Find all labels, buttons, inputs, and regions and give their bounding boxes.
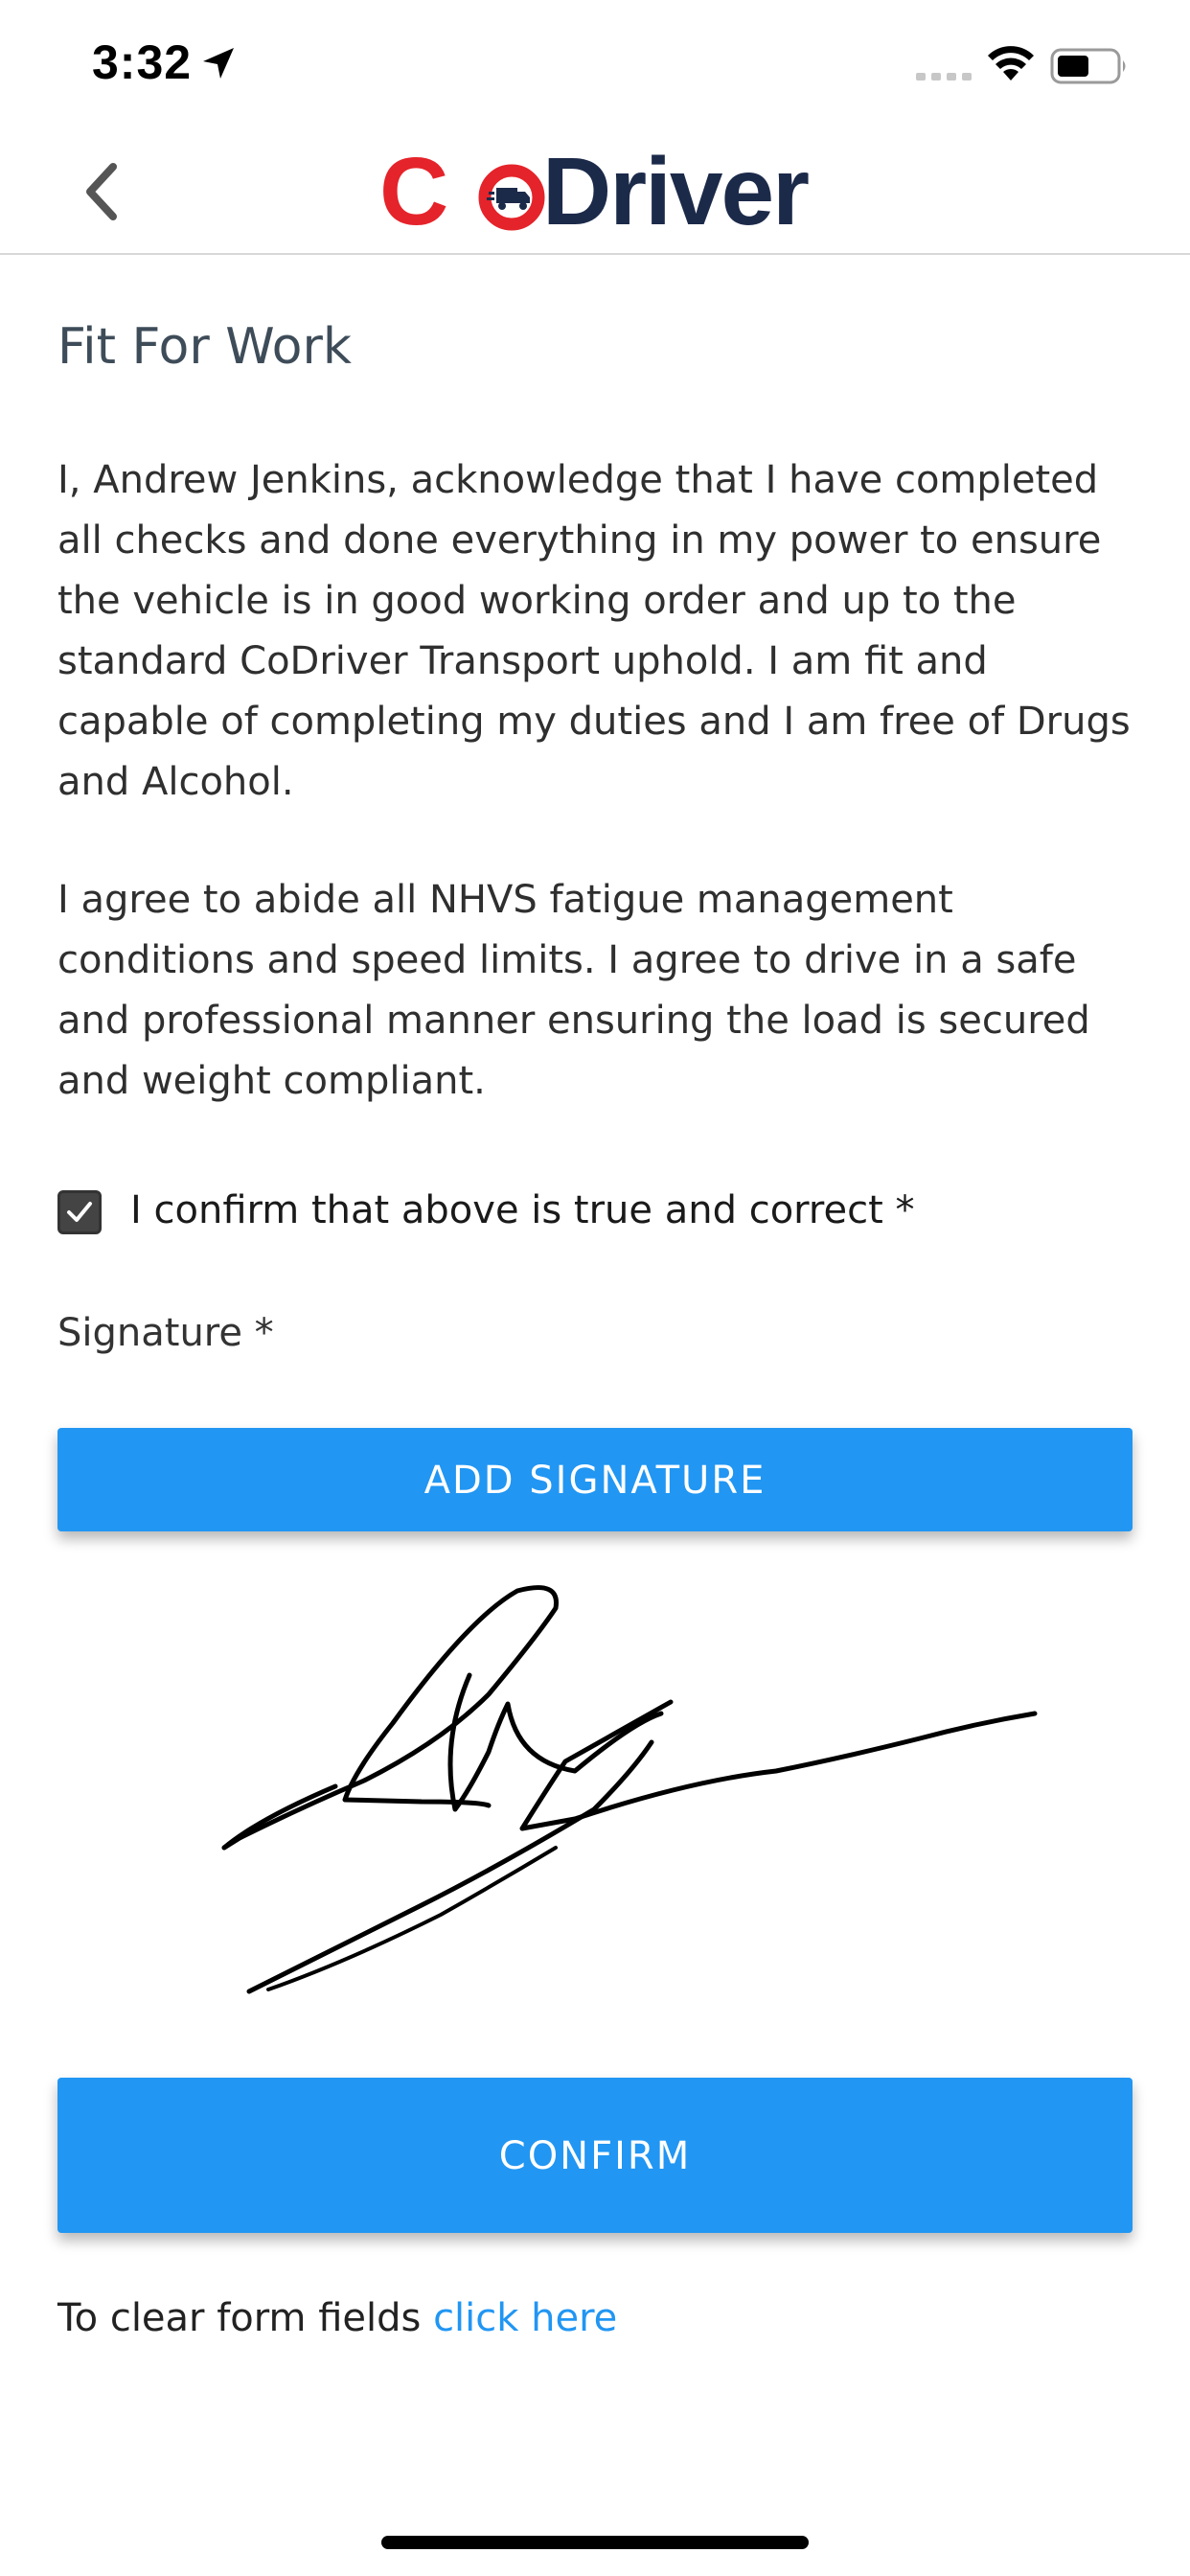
signature-image [221, 1585, 1038, 1994]
codriver-logo: C Driver [379, 138, 811, 245]
status-time: 3:32 [92, 35, 193, 89]
agreement-paragraph: I agree to abide all NHVS fatigue manage… [57, 878, 1090, 1103]
add-signature-button[interactable]: ADD SIGNATURE [57, 1428, 1133, 1531]
checkmark-icon [67, 1202, 92, 1222]
battery-icon [1050, 48, 1126, 84]
confirm-checkbox-row[interactable]: I confirm that above is true and correct… [57, 1184, 1133, 1242]
acknowledgement-paragraph: I, Andrew Jenkins, acknowledge that I ha… [57, 458, 1131, 804]
confirm-checkbox-label[interactable]: I confirm that above is true and correct… [130, 1188, 914, 1232]
cellular-signal-icon [916, 73, 972, 80]
signature-label: Signature * [57, 1311, 274, 1355]
confirm-checkbox[interactable] [57, 1190, 102, 1234]
logo-word-driver: Driver [542, 138, 810, 245]
clear-form-text: To clear form fields [57, 2296, 434, 2340]
truck-icon [478, 164, 545, 231]
page-title: Fit For Work [57, 318, 352, 376]
location-arrow-icon [203, 48, 234, 79]
confirm-button[interactable]: CONFIRM [57, 2078, 1133, 2233]
home-indicator[interactable] [381, 2536, 809, 2549]
status-bar: 3:32 [0, 0, 1190, 130]
logo-letter-c: C [379, 138, 448, 245]
wifi-icon [988, 46, 1034, 80]
chevron-left-icon [86, 163, 117, 220]
nav-bar: C Driver [0, 130, 1190, 255]
clear-form-line: To clear form fields click here [57, 2296, 617, 2340]
clear-form-link[interactable]: click here [433, 2296, 617, 2340]
back-button[interactable] [67, 153, 144, 230]
